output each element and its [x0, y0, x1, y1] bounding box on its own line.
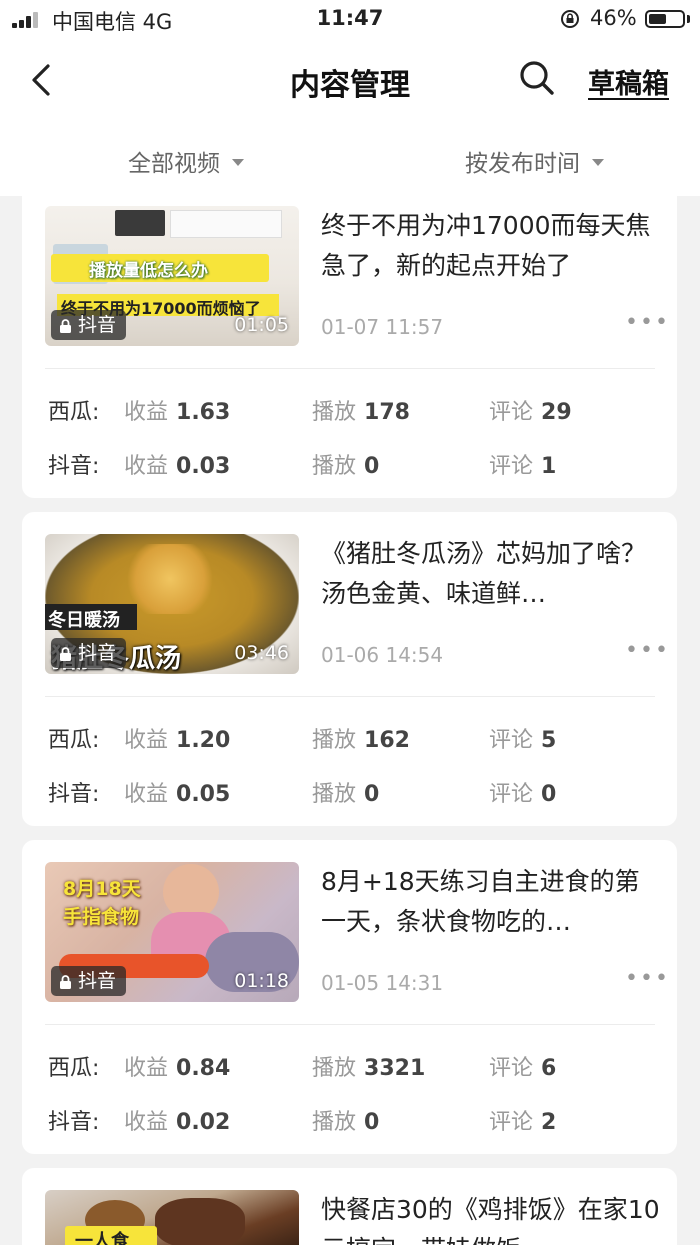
video-card[interactable]: 8月18天 手指食物 抖音 01:18 8月+18天练习自主进食的第一天，条状食… — [22, 840, 677, 1154]
comments-stat: 评论 0 — [489, 782, 557, 807]
nav-bar: 内容管理 草稿箱 — [0, 40, 700, 120]
earnings-stat: 收益 0.05 — [124, 782, 231, 807]
platform-label: 抖音: — [48, 1110, 100, 1135]
earnings-stat: 收益 1.63 — [124, 400, 231, 425]
platform-badge-label: 抖音 — [78, 642, 117, 664]
rotation-lock-icon — [561, 10, 579, 28]
video-thumbnail[interactable]: 播放量低怎么办 终于不用为17000而烦恼了 抖音 01:05 — [45, 206, 299, 346]
plays-stat: 播放 3321 — [312, 1056, 426, 1081]
thumbnail-caption: 8月18天 — [63, 878, 141, 900]
comments-stat: 评论 5 — [489, 728, 557, 753]
caret-down-icon — [592, 159, 604, 166]
platform-label: 西瓜: — [48, 728, 100, 753]
status-bar: 中国电信 4G 11:47 46% — [0, 0, 700, 40]
platform-label: 西瓜: — [48, 400, 100, 425]
plays-stat: 播放 178 — [312, 400, 410, 425]
lock-icon — [60, 975, 71, 989]
platform-label: 西瓜: — [48, 1056, 100, 1081]
comments-stat: 评论 29 — [489, 400, 572, 425]
thumbnail-caption: 手指食物 — [63, 906, 140, 928]
scope-filter-label: 全部视频 — [128, 151, 220, 177]
earnings-stat: 收益 0.02 — [124, 1110, 231, 1135]
publish-date: 01-07 11:57 — [321, 315, 444, 339]
stats-row-douyin: 抖音: 收益 0.05 播放 0 评论 0 — [22, 776, 677, 807]
divider — [45, 368, 655, 369]
search-icon[interactable] — [517, 58, 557, 98]
video-card[interactable]: 冬日暖汤 猪肚冬瓜汤 抖音 03:46 《猪肚冬瓜汤》芯妈加了啥？汤色金黄、味道… — [22, 512, 677, 826]
ellipsis-icon[interactable]: ••• — [625, 966, 670, 991]
thumbnail-caption: 播放量低怎么办 — [89, 261, 208, 281]
plays-stat: 播放 0 — [312, 1110, 380, 1135]
video-thumbnail[interactable]: 8月18天 手指食物 抖音 01:18 — [45, 862, 299, 1002]
lock-icon — [60, 319, 71, 333]
drafts-link[interactable]: 草稿箱 — [588, 62, 669, 101]
video-thumbnail[interactable]: 一人食 — [45, 1190, 299, 1245]
ellipsis-icon[interactable]: ••• — [625, 638, 670, 663]
thumbnail-caption: 一人食 — [75, 1231, 129, 1245]
comments-stat: 评论 1 — [489, 454, 557, 479]
earnings-stat: 收益 0.84 — [124, 1056, 231, 1081]
plays-stat: 播放 0 — [312, 454, 380, 479]
sort-filter-dropdown[interactable]: 按发布时间 — [465, 144, 604, 178]
video-duration: 03:46 — [234, 642, 289, 664]
stats-row-douyin: 抖音: 收益 0.02 播放 0 评论 2 — [22, 1104, 677, 1135]
stats-row-xigua: 西瓜: 收益 1.63 播放 178 评论 29 — [22, 394, 677, 425]
earnings-stat: 收益 1.20 — [124, 728, 231, 753]
video-card[interactable]: 一人食 快餐店30的《鸡排饭》在家10元搞定，带娃做饭 — [22, 1168, 677, 1245]
lock-icon — [60, 647, 71, 661]
plays-stat: 播放 0 — [312, 782, 380, 807]
privacy-badge: 抖音 — [51, 966, 127, 996]
comments-stat: 评论 6 — [489, 1056, 557, 1081]
platform-badge-label: 抖音 — [78, 314, 117, 336]
publish-date: 01-06 14:54 — [321, 643, 444, 667]
stats-row-douyin: 抖音: 收益 0.03 播放 0 评论 1 — [22, 448, 677, 479]
ellipsis-icon[interactable]: ••• — [625, 310, 670, 335]
divider — [45, 696, 655, 697]
stats-row-xigua: 西瓜: 收益 0.84 播放 3321 评论 6 — [22, 1050, 677, 1081]
divider — [45, 1024, 655, 1025]
video-duration: 01:18 — [234, 970, 289, 992]
video-title: 《猪肚冬瓜汤》芯妈加了啥？汤色金黄、味道鲜… — [321, 539, 647, 608]
plays-stat: 播放 162 — [312, 728, 410, 753]
scope-filter-dropdown[interactable]: 全部视频 — [128, 144, 244, 178]
thumbnail-caption: 冬日暖汤 — [48, 610, 120, 631]
platform-label: 抖音: — [48, 782, 100, 807]
video-card[interactable]: 播放量低怎么办 终于不用为17000而烦恼了 抖音 01:05 终于不用为冲17… — [22, 196, 677, 498]
filter-bar: 全部视频 按发布时间 — [0, 120, 700, 196]
caret-down-icon — [232, 159, 244, 166]
privacy-badge: 抖音 — [51, 638, 127, 668]
platform-label: 抖音: — [48, 454, 100, 479]
video-duration: 01:05 — [234, 314, 289, 336]
battery-percent: 46% — [590, 6, 637, 30]
comments-stat: 评论 2 — [489, 1110, 557, 1135]
video-title: 终于不用为冲17000而每天焦急了，新的起点开始了 — [321, 211, 651, 280]
platform-badge-label: 抖音 — [78, 970, 117, 992]
battery-icon — [645, 10, 685, 28]
publish-date: 01-05 14:31 — [321, 971, 444, 995]
video-title: 8月+18天练习自主进食的第一天，条状食物吃的… — [321, 867, 640, 936]
privacy-badge: 抖音 — [51, 310, 127, 340]
sort-filter-label: 按发布时间 — [465, 151, 580, 177]
earnings-stat: 收益 0.03 — [124, 454, 231, 479]
video-title: 快餐店30的《鸡排饭》在家10元搞定，带娃做饭 — [321, 1195, 660, 1245]
video-thumbnail[interactable]: 冬日暖汤 猪肚冬瓜汤 抖音 03:46 — [45, 534, 299, 674]
stats-row-xigua: 西瓜: 收益 1.20 播放 162 评论 5 — [22, 722, 677, 753]
